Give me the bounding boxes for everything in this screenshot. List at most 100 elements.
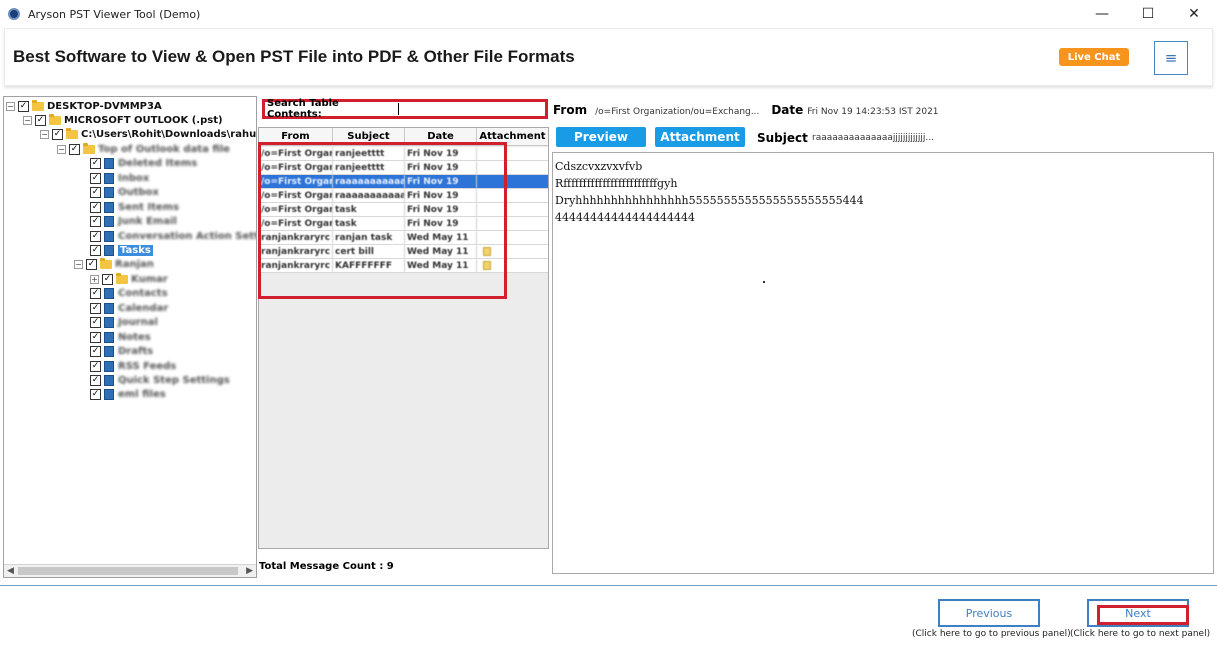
tree-horizontal-scrollbar[interactable]: ◀ ▶: [4, 564, 256, 577]
checkbox-checked-icon[interactable]: ✓: [90, 157, 101, 169]
cell-subject: task: [333, 217, 405, 230]
collapse-icon[interactable]: −: [74, 259, 83, 269]
computer-folder-icon: [32, 99, 44, 111]
checkbox-checked-icon[interactable]: ✓: [90, 374, 101, 386]
date-label: Date: [771, 103, 804, 117]
table-row[interactable]: /o=First Organ ranjeetttt Fri Nov 19: [259, 147, 548, 161]
tree-item-rss[interactable]: ✓ RSS Feeds: [90, 359, 176, 373]
table-row[interactable]: /o=First Organ raaaaaaaaaaaaa Fri Nov 19: [259, 189, 548, 203]
tree-item-desktop[interactable]: − ✓ DESKTOP-DVMMP3A: [6, 99, 162, 113]
tree-item-inbox[interactable]: ✓ Inbox: [90, 171, 149, 185]
maximize-button[interactable]: ☐: [1125, 0, 1171, 28]
tree-item-kumar[interactable]: + ✓ Kumar: [90, 272, 168, 286]
scroll-left-icon[interactable]: ◀: [7, 565, 14, 577]
attachment-icon[interactable]: [483, 261, 491, 270]
tree-item-junk[interactable]: ✓ Junk Email: [90, 214, 177, 228]
title-bar: Aryson PST Viewer Tool (Demo) — ☐ ✕: [0, 0, 1217, 28]
table-row-selected[interactable]: /o=First Organ raaaaaaaaaaaaa Fri Nov 19: [259, 175, 548, 189]
close-button[interactable]: ✕: [1171, 0, 1217, 28]
previous-button[interactable]: Previous: [938, 599, 1040, 627]
expand-icon[interactable]: +: [90, 274, 99, 284]
mail-folder-icon: [104, 244, 114, 256]
tree-item-sent[interactable]: ✓ Sent Items: [90, 200, 179, 214]
checkbox-checked-icon[interactable]: ✓: [90, 230, 101, 242]
checkbox-checked-icon[interactable]: ✓: [90, 360, 101, 372]
checkbox-checked-icon[interactable]: ✓: [90, 331, 101, 343]
tree-item-calendar[interactable]: ✓ Calendar: [90, 301, 168, 315]
checkbox-checked-icon[interactable]: ✓: [90, 302, 101, 314]
column-header-date[interactable]: Date: [405, 128, 477, 145]
table-row[interactable]: /o=First Organ task Fri Nov 19: [259, 203, 548, 217]
column-header-from[interactable]: From: [259, 128, 333, 145]
checkbox-checked-icon[interactable]: ✓: [90, 388, 101, 400]
table-row[interactable]: ranjankraryrс cert bill Wed May 11: [259, 245, 548, 259]
collapse-icon[interactable]: −: [57, 144, 66, 154]
checkbox-checked-icon[interactable]: ✓: [35, 114, 46, 126]
tree-item-label: Conversation Action Settings: [118, 230, 257, 242]
collapse-icon[interactable]: −: [40, 129, 49, 139]
scrollbar-thumb[interactable]: [18, 567, 238, 575]
tab-preview[interactable]: Preview: [556, 127, 646, 147]
checkbox-checked-icon[interactable]: ✓: [90, 244, 101, 256]
cell-attachment: [477, 231, 548, 244]
cell-subject: raaaaaaaaaaaaa: [333, 189, 405, 202]
checkbox-checked-icon[interactable]: ✓: [86, 258, 97, 270]
tree-item-tasks[interactable]: ✓ Tasks: [90, 243, 153, 257]
table-row[interactable]: ranjankraryrс ranjan task Wed May 11: [259, 231, 548, 245]
tree-item-label: Outbox: [118, 186, 159, 198]
tree-item-ranjan[interactable]: − ✓ Ranjan: [74, 257, 154, 271]
subject-value: raaaaaaaaaaaaaajjjjjjjjjjjjj...: [812, 133, 935, 143]
checkbox-checked-icon[interactable]: ✓: [90, 345, 101, 357]
table-row[interactable]: /o=First Organ ranjeetttt Fri Nov 19: [259, 161, 548, 175]
tree-item-label: Journal: [118, 316, 158, 328]
tree-item-quick-step[interactable]: ✓ Quick Step Settings: [90, 373, 230, 387]
tree-item-label: Drafts: [118, 345, 154, 357]
tree-item-drafts[interactable]: ✓ Drafts: [90, 344, 153, 358]
attachment-icon[interactable]: [483, 247, 491, 256]
scroll-right-icon[interactable]: ▶: [246, 565, 253, 577]
checkbox-checked-icon[interactable]: ✓: [90, 316, 101, 328]
next-button[interactable]: Next: [1087, 599, 1189, 627]
tree-item-contacts[interactable]: ✓ Contacts: [90, 286, 168, 300]
tree-item-deleted[interactable]: ✓ Deleted Items: [90, 156, 197, 170]
cell-subject: raaaaaaaaaaaaa: [333, 175, 405, 188]
table-row[interactable]: /o=First Organ task Fri Nov 19: [259, 217, 548, 231]
tree-item-conversation[interactable]: ✓ Conversation Action Settings: [90, 229, 257, 243]
mail-folder-icon: [104, 172, 114, 184]
checkbox-checked-icon[interactable]: ✓: [52, 128, 63, 140]
column-header-attachment[interactable]: Attachment: [477, 128, 548, 145]
checkbox-checked-icon[interactable]: ✓: [90, 287, 101, 299]
checkbox-checked-icon[interactable]: ✓: [90, 172, 101, 184]
tree-item-top-of-outlook[interactable]: − ✓ Top of Outlook data file: [57, 142, 230, 156]
tree-item-outbox[interactable]: ✓ Outbox: [90, 185, 159, 199]
next-hint: (Click here to go to next panel): [1070, 629, 1211, 639]
tree-item-journal[interactable]: ✓ Journal: [90, 315, 158, 329]
checkbox-checked-icon[interactable]: ✓: [69, 143, 80, 155]
tab-attachment[interactable]: Attachment: [655, 127, 745, 147]
subject-label: Subject: [757, 131, 808, 145]
cell-subject: ranjeetttt: [333, 161, 405, 174]
body-line: 44444444444444444444: [555, 211, 695, 224]
date-value: Fri Nov 19 14:23:53 IST 2021: [807, 107, 939, 117]
table-row[interactable]: ranjankraryrс KAFFFFFFF Wed May 11: [259, 259, 548, 273]
column-header-subject[interactable]: Subject: [333, 128, 405, 145]
minimize-button[interactable]: —: [1079, 0, 1125, 28]
tree-item-notes[interactable]: ✓ Notes: [90, 330, 151, 344]
collapse-icon[interactable]: −: [6, 101, 15, 111]
search-input[interactable]: [398, 103, 545, 115]
mail-folder-icon: [104, 302, 114, 314]
tree-item-eml[interactable]: ✓ eml files: [90, 387, 166, 401]
checkbox-checked-icon[interactable]: ✓: [90, 215, 101, 227]
message-preview-pane[interactable]: Cdszcvxzvxvfvb Rffffffffffffffffffffffff…: [552, 152, 1214, 574]
checkbox-checked-icon[interactable]: ✓: [18, 100, 29, 112]
checkbox-checked-icon[interactable]: ✓: [90, 201, 101, 213]
hamburger-menu-icon[interactable]: ≡: [1154, 41, 1188, 75]
tree-item-path[interactable]: − ✓ C:\Users\Rohit\Downloads\rahul: [40, 127, 256, 141]
cell-from: /o=First Organ: [261, 161, 333, 174]
live-chat-button[interactable]: Live Chat: [1059, 48, 1129, 66]
tree-item-label: eml files: [118, 388, 166, 400]
tree-item-outlook[interactable]: − ✓ MICROSOFT OUTLOOK (.pst): [23, 113, 223, 127]
checkbox-checked-icon[interactable]: ✓: [102, 273, 113, 285]
collapse-icon[interactable]: −: [23, 115, 32, 125]
checkbox-checked-icon[interactable]: ✓: [90, 186, 101, 198]
